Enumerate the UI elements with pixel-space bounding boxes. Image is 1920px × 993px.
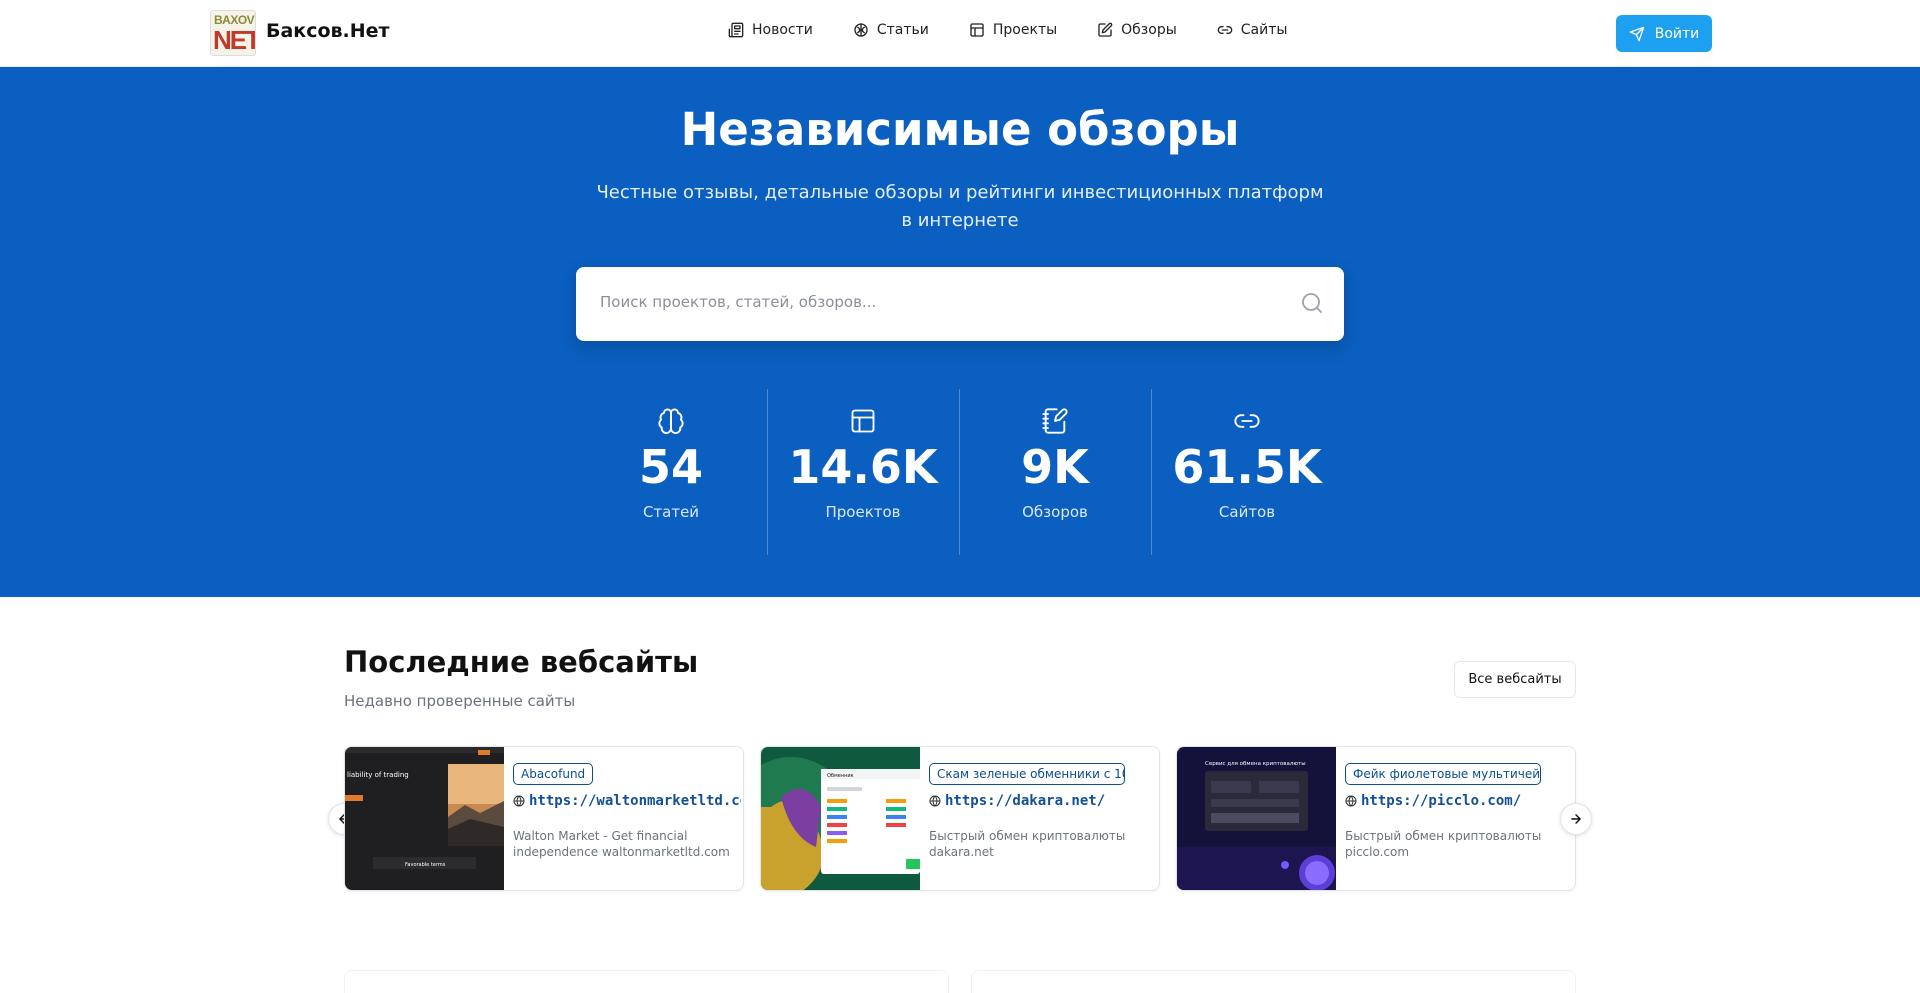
stat-projects-label: Проектов bbox=[825, 503, 901, 521]
stat-reviews: 9K Обзоров bbox=[959, 389, 1151, 555]
nav-item-sites[interactable]: Сайты bbox=[1217, 22, 1288, 38]
stat-sites-value: 61.5K bbox=[1172, 440, 1322, 494]
website-thumbnail: liability of trading Favorable terms bbox=[345, 747, 504, 890]
website-description: Быстрый обмен криптовалюты dakara.net bbox=[929, 829, 1126, 859]
search-box bbox=[576, 267, 1344, 341]
website-card[interactable]: Обменник Скам зеленые обменники с 100 к … bbox=[760, 746, 1160, 891]
notebook-pen-icon bbox=[1042, 408, 1068, 434]
nav-item-reviews[interactable]: Обзоры bbox=[1097, 22, 1177, 38]
stat-articles-label: Статей bbox=[642, 503, 700, 521]
website-card[interactable]: liability of trading Favorable terms Aba… bbox=[344, 746, 744, 891]
website-thumbnail: Сервис для обмена криптовалюты bbox=[1177, 747, 1336, 890]
nav-label-sites: Сайты bbox=[1240, 22, 1288, 38]
all-websites-button[interactable]: Все вебсайты bbox=[1454, 661, 1576, 698]
stat-projects-value: 14.6K bbox=[788, 440, 938, 494]
nav-item-news[interactable]: Новости bbox=[728, 22, 813, 38]
search-icon[interactable] bbox=[1300, 291, 1324, 315]
brain-icon bbox=[658, 408, 684, 434]
website-url[interactable]: https://waltonmarketltd.com/ bbox=[513, 793, 741, 809]
hero-title: Независимые обзоры bbox=[680, 103, 1240, 156]
stat-projects: 14.6K Проектов bbox=[767, 389, 959, 555]
layout-icon bbox=[851, 409, 875, 433]
newspaper-icon bbox=[728, 22, 744, 38]
link-icon bbox=[1234, 414, 1260, 428]
site-logo[interactable]: BAXOV NET bbox=[210, 10, 256, 56]
link-icon bbox=[1217, 25, 1233, 34]
logo-text-bottom: NET bbox=[213, 25, 256, 55]
stat-reviews-label: Обзоров bbox=[1022, 503, 1088, 521]
website-card[interactable]: Сервис для обмена криптовалюты Фейк фиол… bbox=[1176, 746, 1576, 891]
stat-reviews-value: 9K bbox=[1021, 440, 1089, 494]
layout-icon bbox=[970, 23, 984, 37]
website-url-text: https://dakara.net/ bbox=[945, 793, 1106, 809]
content-card-placeholder bbox=[344, 970, 949, 993]
hero-section: Независимые обзоры Честные отзывы, детал… bbox=[0, 67, 1920, 597]
arrow-right-icon bbox=[1571, 814, 1581, 824]
stat-articles: 54 Статей bbox=[575, 389, 767, 555]
stat-sites-label: Сайтов bbox=[1218, 503, 1276, 521]
brain-icon bbox=[854, 23, 868, 37]
website-url-text: https://picclo.com/ bbox=[1361, 793, 1522, 809]
website-tag[interactable]: Abacofund bbox=[513, 763, 594, 785]
nav-item-articles[interactable]: Статьи bbox=[853, 22, 929, 38]
nav-label-reviews: Обзоры bbox=[1121, 22, 1177, 38]
website-url[interactable]: https://picclo.com/ bbox=[1345, 793, 1573, 809]
send-icon bbox=[1629, 26, 1645, 41]
globe-icon bbox=[513, 795, 525, 807]
thumb-caption: liability of trading bbox=[347, 771, 409, 779]
website-description: Быстрый обмен криптовалюты picclo.com bbox=[1345, 829, 1542, 859]
nav-label-news: Новости bbox=[752, 22, 813, 38]
nav-label-articles: Статьи bbox=[876, 22, 929, 38]
nav-item-projects[interactable]: Проекты bbox=[969, 22, 1057, 38]
main-nav: Новости Статьи Проекты Обзоры Сайты bbox=[728, 22, 1327, 38]
section-subtitle: Недавно проверенные сайты bbox=[344, 692, 576, 710]
search-input[interactable] bbox=[600, 293, 1280, 311]
website-thumbnail: Обменник bbox=[761, 747, 920, 890]
content-card-placeholder bbox=[971, 970, 1576, 993]
website-description: Walton Market - Get financial independen… bbox=[513, 829, 730, 859]
section-title: Последние вебсайты bbox=[344, 645, 699, 679]
carousel-next-button[interactable] bbox=[1560, 803, 1592, 835]
website-tag[interactable]: Фейк фиолетовые мультичейн-об bbox=[1345, 763, 1541, 785]
website-url[interactable]: https://dakara.net/ bbox=[929, 793, 1157, 809]
edit-icon bbox=[1098, 22, 1113, 37]
globe-icon bbox=[929, 795, 941, 807]
top-header: BAXOV NET Баксов.Нет Новости Статьи Прое… bbox=[0, 0, 1920, 67]
thumb-caption: Favorable terms bbox=[405, 862, 446, 868]
nav-label-projects: Проекты bbox=[992, 22, 1058, 38]
login-button[interactable]: Войти bbox=[1616, 15, 1712, 52]
brand-name[interactable]: Баксов.Нет bbox=[266, 20, 390, 42]
thumb-caption: Обменник bbox=[827, 773, 854, 779]
stat-sites: 61.5K Сайтов bbox=[1151, 389, 1343, 555]
website-url-text: https://waltonmarketltd.com/ bbox=[529, 793, 741, 809]
hero-subtitle: Честные отзывы, детальные обзоры и рейти… bbox=[596, 182, 1324, 231]
login-label: Войти bbox=[1654, 25, 1700, 42]
website-tag[interactable]: Скам зеленые обменники с 100 к bbox=[929, 763, 1125, 785]
thumb-caption: Сервис для обмена криптовалюты bbox=[1205, 761, 1306, 767]
globe-icon bbox=[1345, 795, 1357, 807]
stat-articles-value: 54 bbox=[638, 440, 703, 494]
